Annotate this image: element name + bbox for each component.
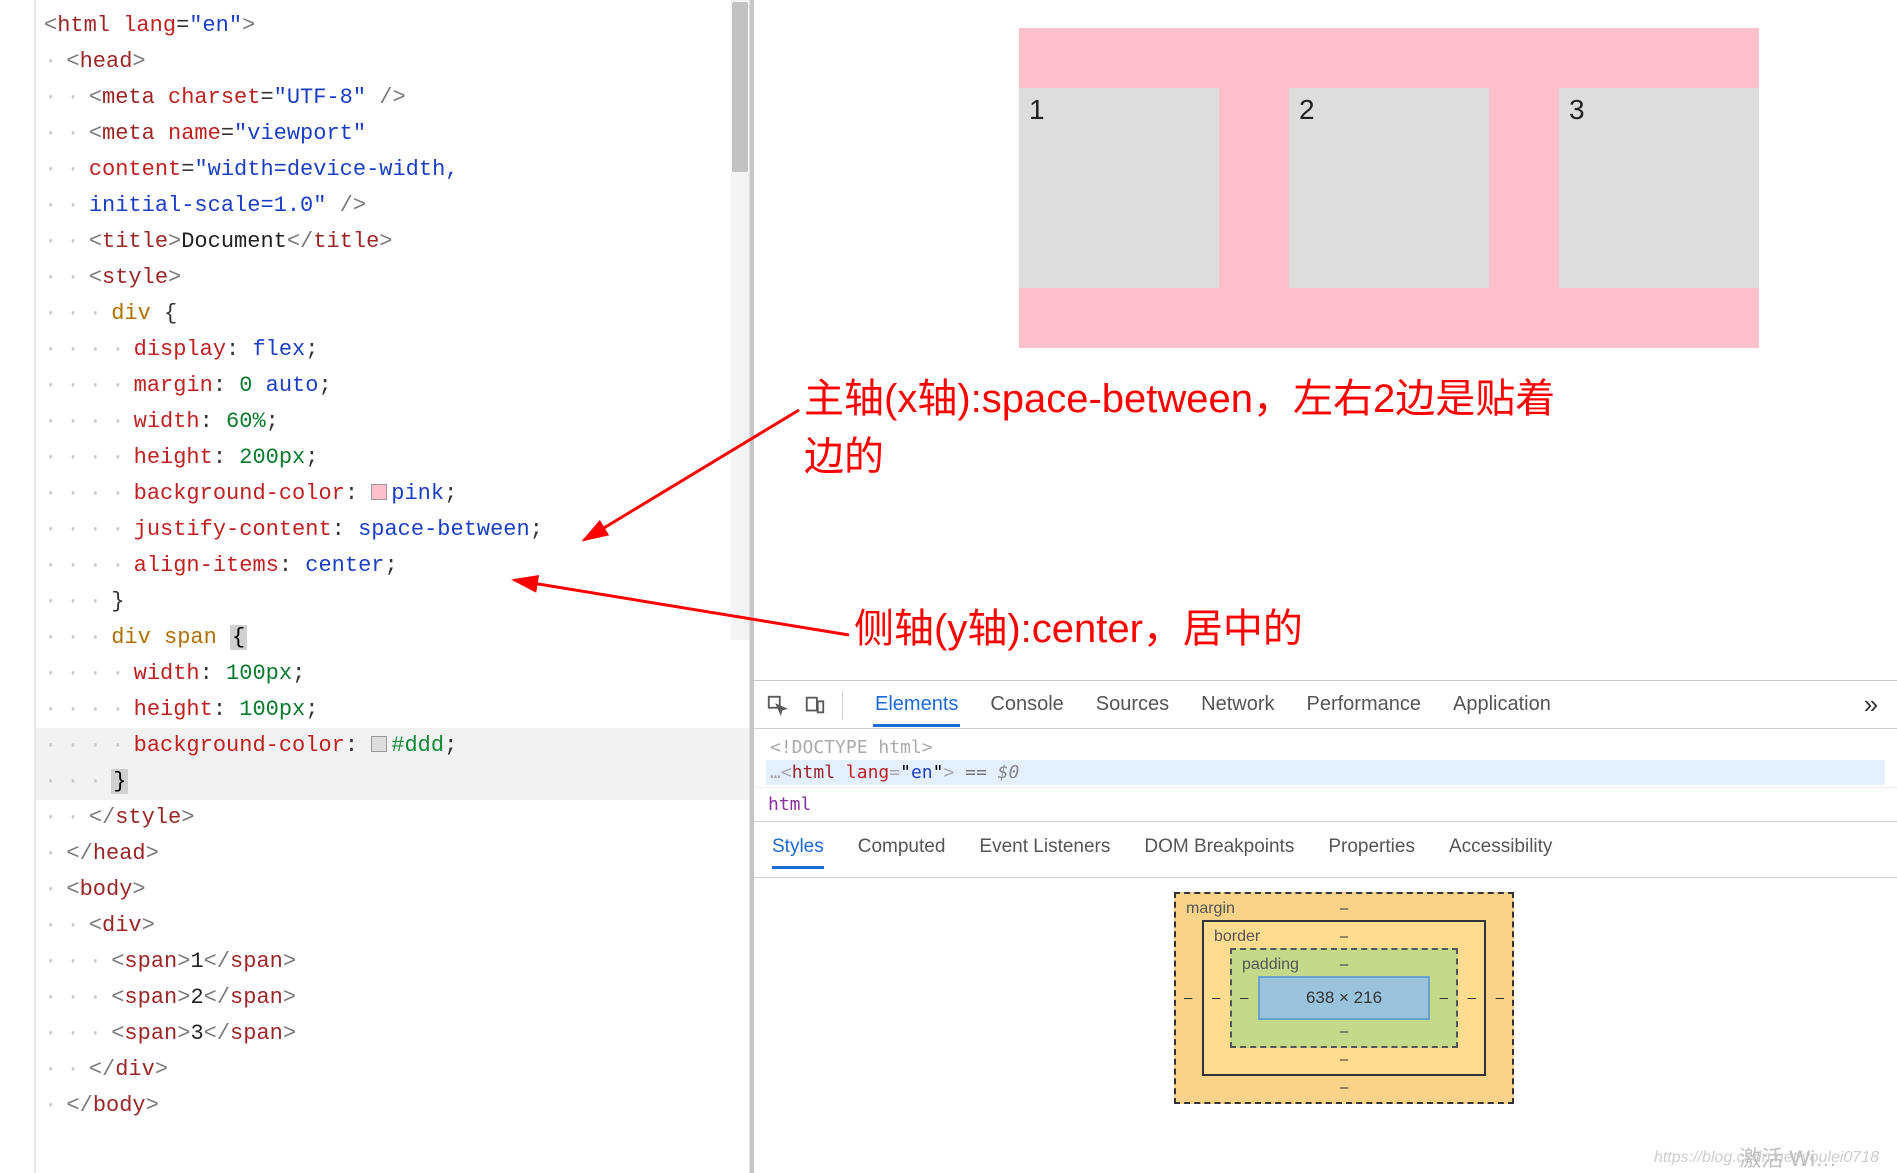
devtools-toolbar: Elements Console Sources Network Performance…: [754, 681, 1897, 729]
editor-gutter: [0, 0, 36, 1173]
box-model[interactable]: margin – – – border – – – padding –: [1174, 892, 1514, 1104]
box-model-border[interactable]: border – – – padding – – – 638 × 216 –: [1202, 920, 1486, 1076]
code-editor[interactable]: <html lang="en">· <head>· · <meta charse…: [0, 0, 750, 1173]
box-model-margin[interactable]: margin – – – border – – – padding –: [1174, 892, 1514, 1104]
editor-scroll-thumb[interactable]: [732, 2, 748, 172]
dom-breadcrumbs[interactable]: html: [754, 787, 1897, 822]
devtools-subtabs: Styles Computed Event Listeners DOM Breakpo…: [754, 822, 1897, 878]
editor-scrollbar[interactable]: [731, 0, 749, 640]
flex-item-2: 2: [1289, 88, 1489, 288]
devtools-panel: Elements Console Sources Network Performance…: [754, 680, 1897, 1173]
devtools-overflow-icon[interactable]: »: [1853, 689, 1889, 720]
devtools-tabs: Elements Console Sources Network Performance…: [873, 683, 1553, 727]
annotation-main-axis: 主轴(x轴):space-between，左右2边是贴着边的: [804, 370, 1584, 486]
dom-tree[interactable]: <!DOCTYPE html> …<html lang="en"> == $0: [754, 729, 1897, 787]
box-model-content[interactable]: 638 × 216: [1258, 976, 1430, 1020]
devtools-subtab-accessibility[interactable]: Accessibility: [1449, 830, 1552, 869]
devtools-subtab-styles[interactable]: Styles: [772, 830, 824, 869]
devtools-tab-network[interactable]: Network: [1199, 683, 1276, 727]
devtools-tab-application[interactable]: Application: [1451, 683, 1553, 727]
devtools-subtab-computed[interactable]: Computed: [858, 830, 946, 869]
devtools-subtab-properties[interactable]: Properties: [1328, 830, 1415, 869]
devtools-tab-sources[interactable]: Sources: [1094, 683, 1171, 727]
devtools-tab-console[interactable]: Console: [988, 683, 1065, 727]
flex-container: 1 2 3: [1019, 28, 1759, 348]
devtools-subtab-dom-breakpoints[interactable]: DOM Breakpoints: [1144, 830, 1294, 869]
annotation-cross-axis: 侧轴(y轴):center，居中的: [854, 600, 1634, 658]
dom-html-line[interactable]: …<html lang="en"> == $0: [766, 760, 1885, 785]
dom-doctype[interactable]: <!DOCTYPE html>: [766, 735, 1885, 760]
flex-item-3: 3: [1559, 88, 1759, 288]
devtools-tab-performance[interactable]: Performance: [1305, 683, 1424, 727]
crumb-html[interactable]: html: [768, 794, 811, 815]
activate-windows-text: 激活 Wi…: [1739, 1141, 1837, 1173]
dom-ellipsis: …: [770, 762, 781, 783]
inspect-element-icon[interactable]: [762, 690, 792, 720]
devtools-tab-elements[interactable]: Elements: [873, 683, 960, 727]
code-area[interactable]: <html lang="en">· <head>· · <meta charse…: [36, 0, 749, 1132]
styles-pane[interactable]: margin – – – border – – – padding –: [754, 878, 1897, 1173]
browser-column: 1 2 3 主轴(x轴):space-between，左右2边是贴着边的 侧轴(…: [750, 0, 1897, 1173]
box-model-padding[interactable]: padding – – – 638 × 216 –: [1230, 948, 1458, 1048]
toolbar-separator: [842, 691, 843, 719]
device-toggle-icon[interactable]: [800, 690, 830, 720]
page-preview: 1 2 3 主轴(x轴):space-between，左右2边是贴着边的 侧轴(…: [754, 0, 1897, 680]
flex-item-1: 1: [1019, 88, 1219, 288]
devtools-subtab-event-listeners[interactable]: Event Listeners: [979, 830, 1110, 869]
